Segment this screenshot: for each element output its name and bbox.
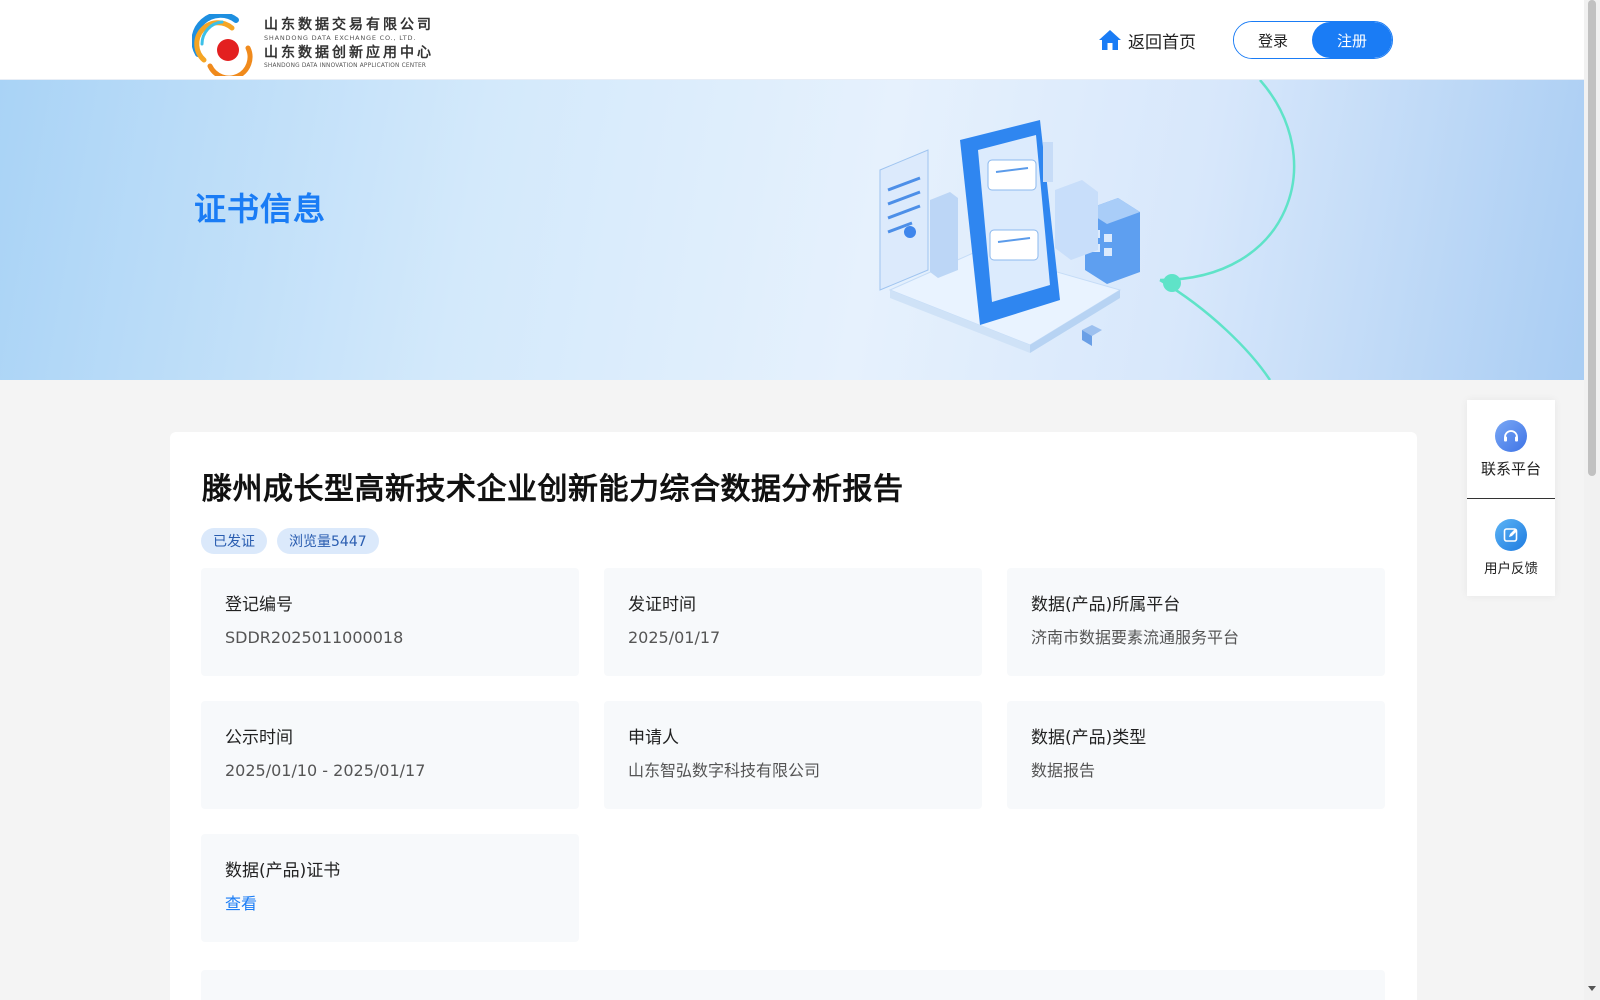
contact-platform-button[interactable]: 联系平台	[1467, 400, 1555, 498]
headset-icon	[1495, 419, 1527, 452]
field-label: 数据(产品)所属平台	[1031, 595, 1181, 615]
field-label: 数据(产品)类型	[1031, 728, 1147, 748]
field-label: 登记编号	[225, 595, 293, 615]
field-platform: 数据(产品)所属平台 济南市数据要素流通服务平台	[1007, 568, 1385, 676]
status-badge: 已发证	[201, 528, 267, 554]
login-button[interactable]: 登录	[1234, 22, 1312, 58]
scroll-down-arrow-icon[interactable]	[1588, 986, 1596, 991]
logo-company-english: SHANDONG DATA EXCHANGE CO., LTD.	[264, 34, 417, 42]
banner-title: 证书信息	[194, 190, 327, 228]
logo-center-name: 山东数据创新应用中心	[264, 45, 434, 61]
view-count-badge: 浏览量5447	[277, 528, 379, 554]
view-certificate-link[interactable]: 查看	[225, 894, 555, 914]
home-link-label: 返回首页	[1128, 32, 1196, 53]
logo-text: 山东数据交易有限公司 SHANDONG DATA EXCHANGE CO., L…	[264, 16, 456, 70]
field-value: SDDR2025011000018	[225, 628, 404, 647]
field-label: 公示时间	[225, 728, 293, 748]
field-product-type: 数据(产品)类型 数据报告	[1007, 701, 1385, 809]
register-button[interactable]: 注册	[1312, 22, 1392, 58]
top-header: 山东数据交易有限公司 SHANDONG DATA EXCHANGE CO., L…	[0, 0, 1584, 80]
certificate-card: 滕州成长型高新技术企业创新能力综合数据分析报告 已发证 浏览量5447 登记编号…	[170, 432, 1417, 1000]
field-issue-date: 发证时间 2025/01/17	[604, 568, 982, 676]
field-value: 2025/01/10 - 2025/01/17	[225, 761, 426, 780]
page-scrollbar[interactable]	[1584, 0, 1600, 1000]
field-publicity-period: 公示时间 2025/01/10 - 2025/01/17	[201, 701, 579, 809]
certificate-fields: 登记编号 SDDR2025011000018 发证时间 2025/01/17 数…	[201, 568, 1385, 942]
user-feedback-label: 用户反馈	[1484, 560, 1538, 577]
field-value: 山东智弘数字科技有限公司	[628, 761, 821, 780]
floating-help-panel: 联系平台 用户反馈	[1467, 400, 1555, 596]
field-label: 申请人	[628, 728, 679, 748]
status-tags: 已发证 浏览量5447	[201, 528, 379, 554]
logo[interactable]: 山东数据交易有限公司 SHANDONG DATA EXCHANGE CO., L…	[192, 14, 454, 76]
field-label: 数据(产品)证书	[225, 861, 341, 881]
contact-platform-label: 联系平台	[1480, 459, 1541, 478]
field-registration-number: 登记编号 SDDR2025011000018	[201, 568, 579, 676]
next-section-box	[201, 970, 1385, 1000]
scrollbar-thumb[interactable]	[1588, 0, 1596, 476]
certificate-title: 滕州成长型高新技术企业创新能力综合数据分析报告	[202, 472, 904, 507]
field-value: 2025/01/17	[628, 628, 721, 647]
field-certificate: 数据(产品)证书 查看	[201, 834, 579, 942]
certificate-illustration-icon	[879, 80, 1296, 380]
logo-mark-icon	[192, 14, 253, 76]
field-applicant: 申请人 山东智弘数字科技有限公司	[604, 701, 982, 809]
auth-buttons: 登录 注册	[1233, 21, 1393, 59]
logo-center-english: SHANDONG DATA INNOVATION APPLICATION CEN…	[264, 63, 427, 69]
home-link[interactable]: 返回首页	[1098, 26, 1196, 54]
user-feedback-button[interactable]: 用户反馈	[1467, 498, 1555, 596]
edit-icon	[1495, 518, 1527, 551]
logo-company-name: 山东数据交易有限公司	[264, 17, 434, 33]
field-label: 发证时间	[628, 595, 696, 615]
field-value: 数据报告	[1031, 761, 1096, 780]
field-value: 济南市数据要素流通服务平台	[1031, 628, 1240, 647]
home-icon	[1099, 30, 1121, 50]
hero-banner: 证书信息	[0, 80, 1584, 380]
